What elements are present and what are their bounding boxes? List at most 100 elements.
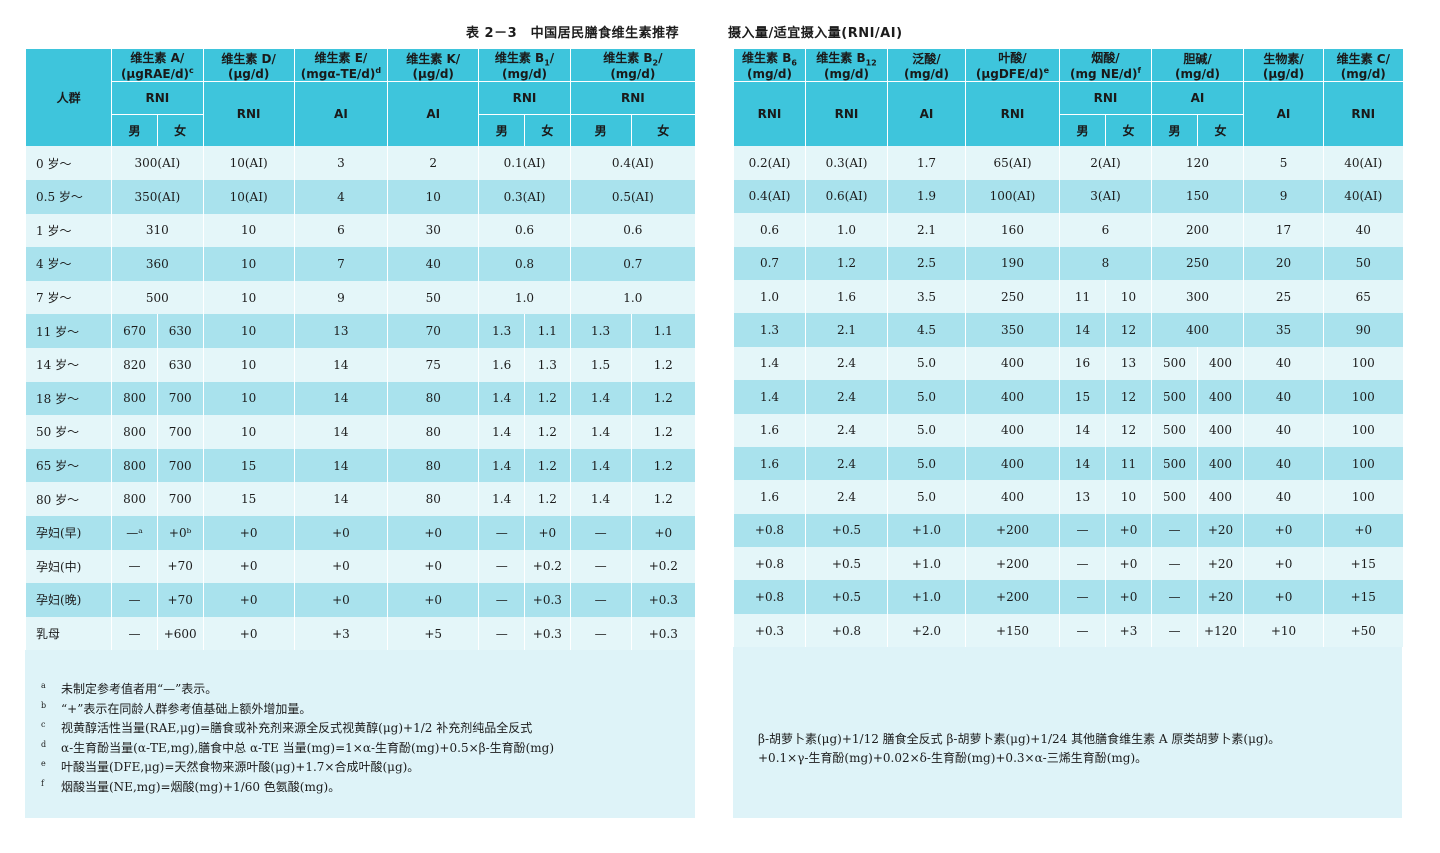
header-b12-rni: RNI [805,81,888,147]
choline-female-cell: 400 [1196,446,1244,481]
choline-female-cell: +20 [1196,547,1244,581]
header-a-female: 女 [156,114,203,147]
vitamin-e-cell: 6 [293,213,388,248]
vitamin-b2-cell: 0.5(AI) [569,179,695,214]
choline-cell: 120 [1150,146,1244,180]
header-niacin: 烟酸/(mg NE/d)f [1059,47,1152,82]
vitamin-a-male-cell: 800 [111,415,158,449]
vitamin-b2-male-cell: 1.4 [569,448,632,483]
vitamin-d-cell: 10 [202,347,295,382]
vitamin-b1-male-cell: — [478,515,525,550]
vitamin-b6-cell: 1.6 [733,480,806,514]
vitamin-e-cell: +0 [293,583,388,617]
table-row: +0.3 +0.8 +2.0 +150— +3— +120 +10 +50 [733,613,1403,648]
vitamin-b2-male-cell: 1.4 [569,381,632,416]
choline-cell: 250 [1150,246,1244,280]
vitamin-b6-cell: 1.6 [733,413,806,447]
choline-male-cell: 500 [1151,413,1198,447]
table-title-left: 表 2－3 中国居民膳食维生素推荐 [466,26,680,41]
vitamin-b2-cell: 1.0 [569,280,695,315]
vitamin-table-left: 人群 维生素 A/(μgRAE/d)c 维生素 D/(μg/d) 维生素 E/(… [24,47,695,651]
pantothenic-cell: 2.5 [887,246,966,280]
vitamin-b1-female-cell: 1.2 [524,381,571,416]
header-biotin: 生物素/(μg/d) [1243,47,1324,82]
folate-cell: 400 [965,346,1060,381]
header-b6-rni: RNI [733,81,806,147]
vitamin-b6-cell: 0.4(AI) [733,179,806,214]
vitamin-d-cell: +0 [202,583,295,617]
table-row: +0.8 +0.5 +1.0 +200— +0— +20 +0 +15 [733,547,1403,581]
table-row: 1.6 2.4 5.0 400 14 12 500 400 40 100 [733,413,1403,447]
niacin-male-cell: 16 [1059,346,1106,381]
group-cell: 0 岁～ [24,146,112,180]
niacin-female-cell: 12 [1105,413,1152,447]
header-niacin-rni: RNI [1059,81,1152,115]
footnote: d α-生育酚当量(α-TE,mg),膳食中总 α-TE 当量(mg)=1×α-生… [41,739,695,759]
choline-cell: 150 [1150,179,1244,214]
vitamin-b6-cell: 1.6 [733,446,806,481]
header-pantothenic: 泛酸/(mg/d) [887,47,966,82]
vitamin-b12-cell: +0.8 [805,613,888,648]
vitamin-b12-cell: 0.6(AI) [805,179,888,214]
vitamin-table-right: 维生素 B6 (mg/d) 维生素 B12 (mg/d) 泛酸/(mg/d) 叶酸/… [733,47,1403,648]
vitamin-b1-cell: 0.6 [478,213,571,248]
footnote-text: 视黄醇活性当量(RAE,μg)=膳食或补充剂来源全反式视黄醇(μg)+1/2 补… [61,721,533,735]
biotin-cell: 25 [1243,279,1324,314]
vitamin-d-cell: 10(AI) [202,179,295,214]
table-row: 1.6 2.4 5.0 400 14 11 500 400 40 100 [733,446,1403,481]
vitamin-b1-male-cell: 1.4 [478,482,525,516]
niacin-male-cell: 11 [1059,279,1106,314]
group-cell: 孕妇(晚) [24,583,112,617]
vitamin-b1-male-cell: 1.4 [478,381,525,416]
pantothenic-cell: 3.5 [887,279,966,314]
choline-male-cell: 500 [1151,346,1198,381]
pantothenic-cell: 2.1 [887,213,966,247]
biotin-cell: 40 [1243,446,1324,481]
table-row: 0.6 1.0 2.1 160 6 200 17 40 [733,213,1403,247]
vitamin-d-cell: +0 [202,515,295,550]
vitamin-a-male-cell: 800 [111,482,158,516]
vitamin-b6-cell: +0.8 [733,580,806,614]
vitamin-a-male-cell: 670 [111,314,158,348]
table-row: 孕妇(中) — +70 +0 +0 +0— +0.2— +0.2 [24,549,695,584]
header-k-ai: AI [387,81,479,147]
vitamin-b2-male-cell: 1.4 [569,482,632,516]
vitamin-e-cell: 14 [293,448,388,483]
footnotes-continued: β-胡萝卜素(μg)+1/12 膳食全反式 β-胡萝卜素(μg)+1/24 其他… [758,730,1280,768]
footnote-text: 未制定参考值者用“—”表示。 [61,682,218,696]
header-a-male: 男 [111,114,158,147]
biotin-cell: 20 [1243,246,1324,280]
niacin-female-cell: 10 [1105,480,1152,514]
footnote: e 叶酸当量(DFE,μg)=天然食物来源叶酸(μg)+1.7×合成叶酸(μg)。 [41,758,695,778]
vitamin-a-female-cell: 700 [156,415,203,449]
vitamin-b6-cell: 1.3 [733,313,806,347]
header-niacin-female: 女 [1105,114,1152,147]
table-row: 11 岁～ 670 630 10 13 70 1.3 1.1 1.3 1.1 [24,314,695,348]
vitamin-a-cell: 310 [111,213,203,248]
table-row: +0.8 +0.5 +1.0 +200— +0— +20 +0 +15 [733,580,1403,614]
header-choline-female: 女 [1196,114,1244,147]
vitamin-a-female-cell: +70 [156,583,203,617]
pantothenic-cell: 5.0 [887,346,966,381]
vitamin-c-cell: 65 [1323,279,1403,314]
niacin-male-cell: 14 [1059,413,1106,447]
vitamin-k-cell: 80 [387,381,479,416]
folate-cell: 65(AI) [965,146,1060,180]
vitamin-d-cell: 10 [202,381,295,416]
header-vitamin-c: 维生素 C/(mg/d) [1323,47,1403,82]
header-panto-ai: AI [887,81,966,147]
footnote-text: “+”表示在同龄人群参考值基础上额外增加量。 [61,701,312,716]
niacin-male-cell: 15 [1059,380,1106,414]
vitamin-e-cell: 14 [293,415,388,449]
vitamin-d-cell: 10 [202,213,295,248]
vitamin-e-cell: 13 [293,314,388,348]
vitamin-c-cell: +15 [1323,580,1403,614]
footnotes: a 未制定参考值者用“—”表示。 b “+”表示在同龄人群参考值基础上额外增加量。 c 视… [25,680,695,797]
vitamin-c-cell: 50 [1323,246,1403,280]
header-choline-ai: AI [1150,81,1244,115]
choline-male-cell: — [1151,613,1198,648]
vitamin-a-male-cell: — [111,616,158,651]
header-vitamin-d: 维生素 D/(μg/d) [202,47,295,82]
vitamin-a-male-cell: 800 [111,381,158,416]
header-folate-rni: RNI [965,81,1060,147]
